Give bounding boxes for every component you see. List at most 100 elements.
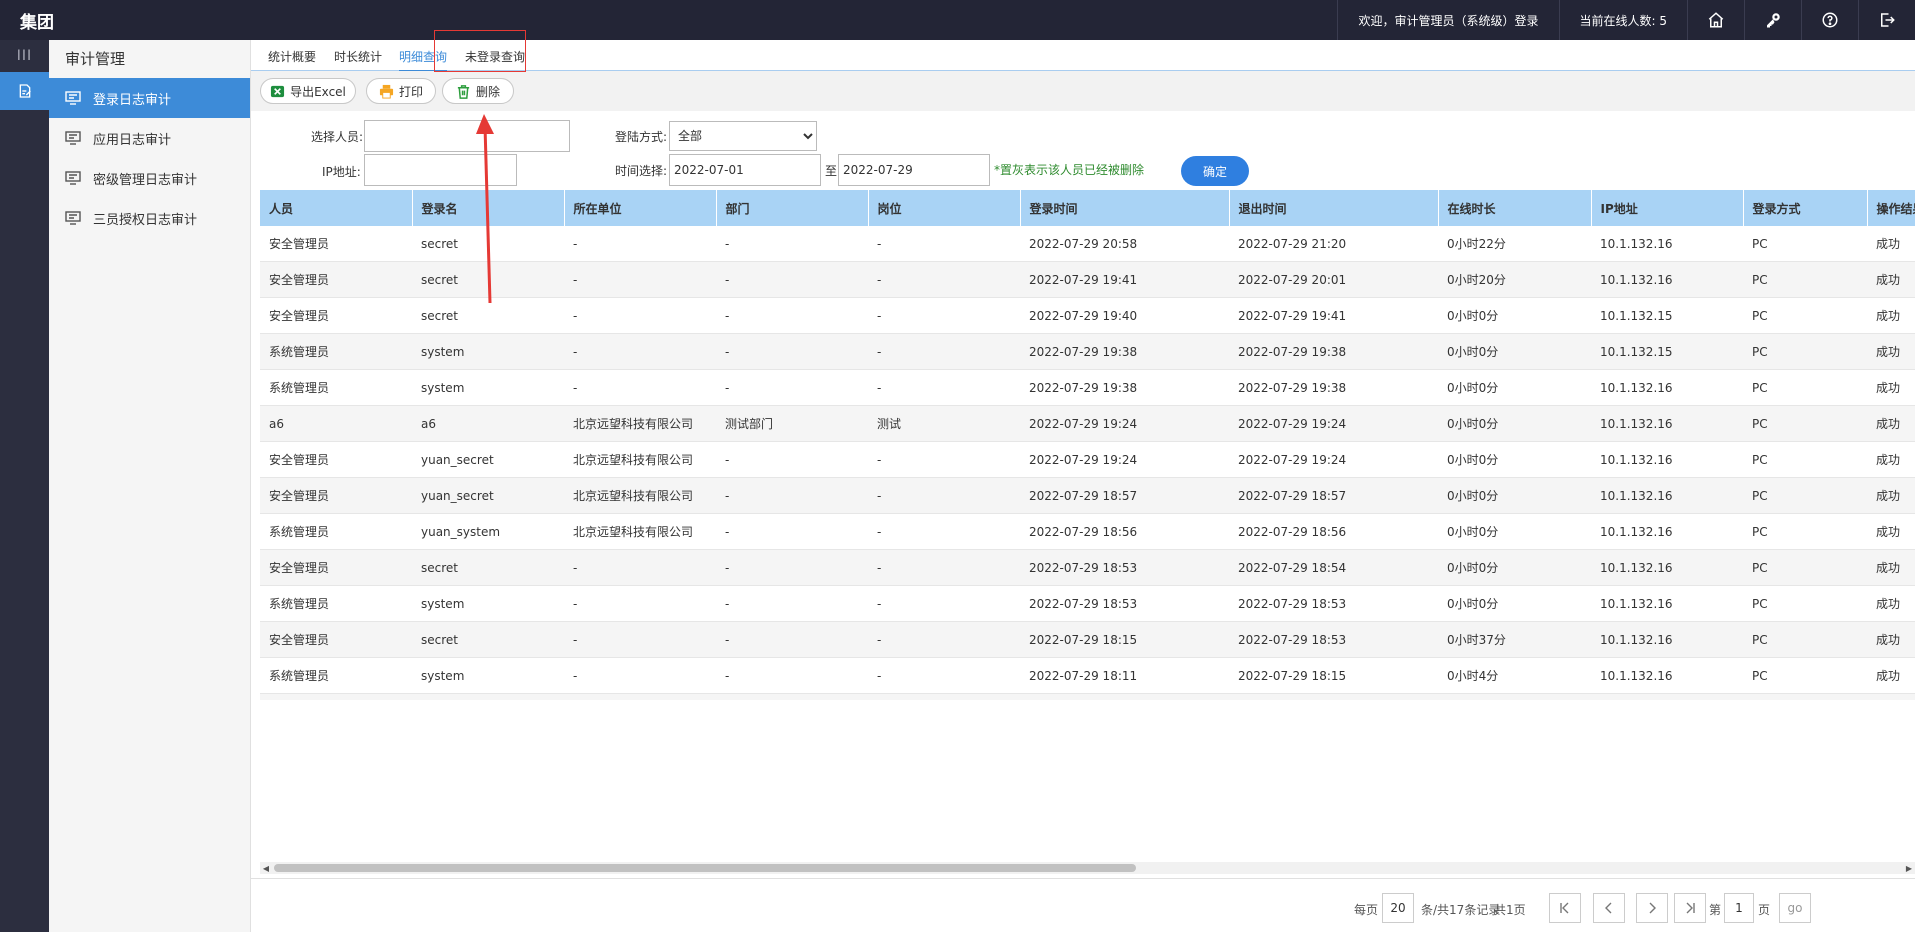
last-page-icon: [1686, 902, 1695, 914]
table-cell: 成功: [1867, 477, 1915, 514]
table-cell: 0小时0分: [1438, 333, 1591, 370]
table-cell: -: [716, 549, 868, 586]
logout-icon: [1881, 13, 1895, 27]
delete-label: 删除: [475, 84, 500, 99]
top-right-area: 欢迎，审计管理员（系统级）登录 当前在线人数: 5: [1337, 0, 1915, 40]
table-cell: 2022-07-29 20:01: [1229, 261, 1438, 298]
sidebar-title: 审计管理: [65, 50, 126, 68]
table-cell: 2022-07-29 19:38: [1229, 369, 1438, 406]
scroll-right-arrow-icon[interactable]: ▶: [1903, 862, 1915, 874]
top-bar: 集团 欢迎，审计管理员（系统级）登录 当前在线人数: 5: [0, 0, 1915, 40]
print-button[interactable]: 打印: [366, 78, 436, 104]
table-cell: 2022-07-29 18:56: [1229, 513, 1438, 550]
table-row[interactable]: 系统管理员 system - - -2022-07-29 18:53 2022-07-29…: [260, 585, 1915, 622]
logout-button[interactable]: [1858, 0, 1915, 40]
table-cell: 成功: [1867, 369, 1915, 406]
delete-button[interactable]: 删除: [442, 78, 514, 104]
date-from-input[interactable]: [669, 154, 821, 186]
per-page-input[interactable]: 20: [1382, 893, 1414, 923]
ip-input[interactable]: [364, 154, 517, 186]
sidebar-item-app-log[interactable]: 应用日志审计: [49, 118, 250, 158]
page-number-input[interactable]: 1: [1724, 893, 1754, 923]
table-cell: -: [868, 513, 1020, 550]
table-cell: -: [564, 585, 716, 622]
table-cell: -: [868, 549, 1020, 586]
table-cell: secret: [412, 297, 564, 334]
key-button[interactable]: [1744, 0, 1801, 40]
table-cell: 成功: [1867, 261, 1915, 298]
print-label: 打印: [398, 84, 423, 99]
table-cell: 安全管理员: [260, 549, 412, 586]
table-cell: secret: [412, 549, 564, 586]
table-row[interactable]: 安全管理员 yuan_secret 北京远望科技有限公司 - -2022-07-29 1…: [260, 441, 1915, 478]
column-header: 退出时间: [1229, 190, 1439, 226]
chevron-right-icon: [1649, 902, 1656, 914]
table-cell: 0小时20分: [1438, 261, 1591, 298]
horizontal-scrollbar[interactable]: ◀ ▶: [260, 862, 1915, 874]
login-mode-select[interactable]: 全部: [669, 121, 817, 151]
home-button[interactable]: [1687, 0, 1744, 40]
table-cell: -: [564, 261, 716, 298]
tab-summary[interactable]: 统计概要: [268, 48, 316, 70]
scroll-left-arrow-icon[interactable]: ◀: [260, 862, 272, 874]
sidebar-item-secret-level-log[interactable]: 密级管理日志审计: [49, 158, 250, 198]
column-header: 登录方式: [1743, 190, 1868, 226]
table-row[interactable]: 安全管理员 yuan_secret 北京远望科技有限公司 - -2022-07-29 1…: [260, 477, 1915, 514]
total-records: 条/共17条记录: [1421, 903, 1501, 917]
export-excel-button[interactable]: 导出Excel: [260, 78, 356, 104]
table-cell: -: [564, 369, 716, 406]
table-cell: 2022-07-29 21:20: [1229, 226, 1438, 262]
go-button[interactable]: go: [1779, 893, 1811, 923]
person-input[interactable]: [364, 120, 570, 152]
ip-label: IP地址:: [322, 165, 361, 179]
table-cell: -: [716, 369, 868, 406]
table-cell: 2022-07-29 19:24: [1020, 441, 1229, 478]
table-cell: 成功: [1867, 405, 1915, 442]
table-cell: 0小时4分: [1438, 657, 1591, 694]
table-row[interactable]: 安全管理员 secret - - -2022-07-29 19:41 2022-07-29…: [260, 261, 1915, 298]
help-button[interactable]: [1801, 0, 1858, 40]
table-cell: 10.1.132.16: [1591, 621, 1743, 658]
prev-page-button[interactable]: [1593, 893, 1625, 923]
confirm-button[interactable]: 确定: [1181, 156, 1249, 186]
monitor-icon: [65, 91, 81, 105]
table-cell: -: [868, 333, 1020, 370]
date-to-input[interactable]: [838, 154, 990, 186]
table-cell: -: [564, 226, 716, 262]
scroll-thumb[interactable]: [274, 864, 1136, 872]
menu-toggle-button[interactable]: III: [0, 40, 49, 72]
table-cell: 0小时0分: [1438, 693, 1591, 700]
table-header-row: 人员登录名所在单位部门岗位登录时间退出时间在线时长IP地址登录方式操作结果: [260, 190, 1915, 226]
audit-doc-icon: [19, 84, 31, 98]
table-row[interactable]: 安全管理员 secret - - -2022-07-29 18:15 2022-07-29…: [260, 621, 1915, 658]
table-cell: PC: [1743, 441, 1867, 478]
first-page-button[interactable]: [1549, 893, 1581, 923]
sidebar-item-login-log[interactable]: 登录日志审计: [49, 78, 250, 118]
sidebar-item-label: 密级管理日志审计: [93, 172, 198, 188]
last-page-button[interactable]: [1674, 893, 1706, 923]
table-row[interactable]: 系统管理员 system - - -2022-07-29 19:38 2022-07-29…: [260, 333, 1915, 370]
table-row[interactable]: 系统管理员 system - - -2022-07-29 18:11 2022-07-29…: [260, 657, 1915, 694]
table-cell: -: [716, 226, 868, 262]
column-header: 登录时间: [1020, 190, 1230, 226]
table-cell: -: [716, 261, 868, 298]
page-prefix: 第: [1709, 903, 1722, 917]
table-row[interactable]: a6 a6 北京远望科技有限公司 测试部门 测试 2022-07-29 19:24 2022…: [260, 405, 1915, 442]
sidebar-item-three-roles-log[interactable]: 三员授权日志审计: [49, 198, 250, 238]
table-row[interactable]: 安全管理员 secret - - -2022-07-29 19:40 2022-07-29…: [260, 297, 1915, 334]
next-page-button[interactable]: [1636, 893, 1668, 923]
table-row[interactable]: 安全管理员 secret - - -2022-07-29 18:53 2022-07-29…: [260, 549, 1915, 586]
table-row[interactable]: 安全管理员 secret - - -2022-07-29 20:58 2022-07-29…: [260, 226, 1915, 262]
audit-module-button[interactable]: [0, 72, 49, 110]
table-cell: 北京远望科技有限公司: [564, 441, 716, 478]
tab-duration[interactable]: 时长统计: [334, 48, 382, 70]
table-cell: 成功: [1867, 333, 1915, 370]
table-row[interactable]: 安全管理员secret---2022-07-29 18:112022-07-29…: [260, 693, 1915, 700]
total-pages: 共1页: [1494, 903, 1526, 917]
table-cell: -: [716, 585, 868, 622]
table-cell: 10.1.132.16: [1591, 549, 1743, 586]
table-row[interactable]: 系统管理员 system - - -2022-07-29 19:38 2022-07-29…: [260, 369, 1915, 406]
table-cell: system: [412, 369, 564, 406]
table-cell: -: [716, 477, 868, 514]
table-row[interactable]: 系统管理员 yuan_system 北京远望科技有限公司 - -2022-07-29 1…: [260, 513, 1915, 550]
